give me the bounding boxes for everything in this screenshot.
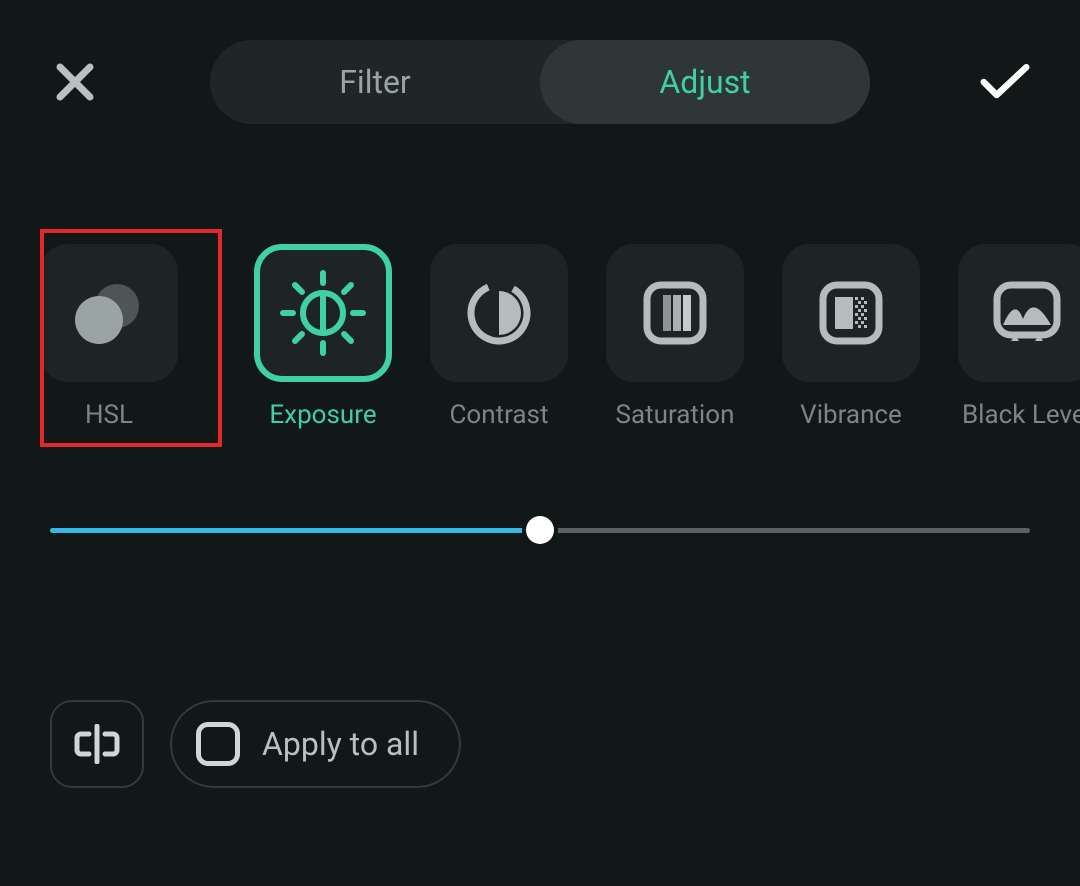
adjust-tools-row: HSL Exposure	[0, 124, 1080, 430]
tool-blacklevel-label: Black Level	[962, 400, 1080, 430]
tool-blacklevel[interactable]: Black Level	[958, 244, 1080, 430]
tool-vibrance[interactable]: Vibrance	[782, 244, 920, 430]
tool-saturation[interactable]: Saturation	[606, 244, 744, 430]
tool-saturation-label: Saturation	[616, 400, 735, 430]
confirm-button[interactable]	[980, 57, 1030, 107]
slider-fill	[50, 528, 540, 533]
tool-exposure-label: Exposure	[269, 400, 376, 430]
apply-to-all-button[interactable]: Apply to all	[170, 700, 461, 788]
apply-to-all-label: Apply to all	[262, 725, 419, 763]
exposure-icon	[273, 263, 373, 363]
tool-blacklevel-tile[interactable]	[958, 244, 1080, 382]
apply-to-all-checkbox[interactable]	[196, 722, 240, 766]
close-icon	[54, 61, 96, 103]
contrast-icon	[461, 275, 537, 351]
tool-contrast-label: Contrast	[450, 400, 549, 430]
tool-exposure-tile[interactable]	[254, 244, 392, 382]
tool-hsl-tile[interactable]	[40, 244, 178, 382]
tool-contrast-tile[interactable]	[430, 244, 568, 382]
tool-hsl[interactable]: HSL	[40, 244, 178, 430]
blacklevel-icon	[989, 275, 1065, 351]
tool-vibrance-label: Vibrance	[800, 400, 902, 430]
slider-thumb[interactable]	[526, 516, 554, 544]
close-button[interactable]	[50, 57, 100, 107]
hsl-icon	[69, 278, 149, 348]
tool-vibrance-tile[interactable]	[782, 244, 920, 382]
tool-exposure[interactable]: Exposure	[254, 244, 392, 430]
tool-hsl-label: HSL	[85, 400, 133, 430]
tab-adjust[interactable]: Adjust	[540, 40, 870, 124]
compare-icon	[73, 724, 121, 764]
tool-saturation-tile[interactable]	[606, 244, 744, 382]
tool-contrast[interactable]: Contrast	[430, 244, 568, 430]
check-icon	[980, 62, 1030, 102]
tab-bar: Filter Adjust	[210, 40, 870, 124]
saturation-icon	[637, 275, 713, 351]
compare-button[interactable]	[50, 700, 144, 788]
vibrance-icon	[813, 275, 889, 351]
tab-filter[interactable]: Filter	[210, 40, 540, 124]
exposure-slider[interactable]	[50, 510, 1030, 550]
